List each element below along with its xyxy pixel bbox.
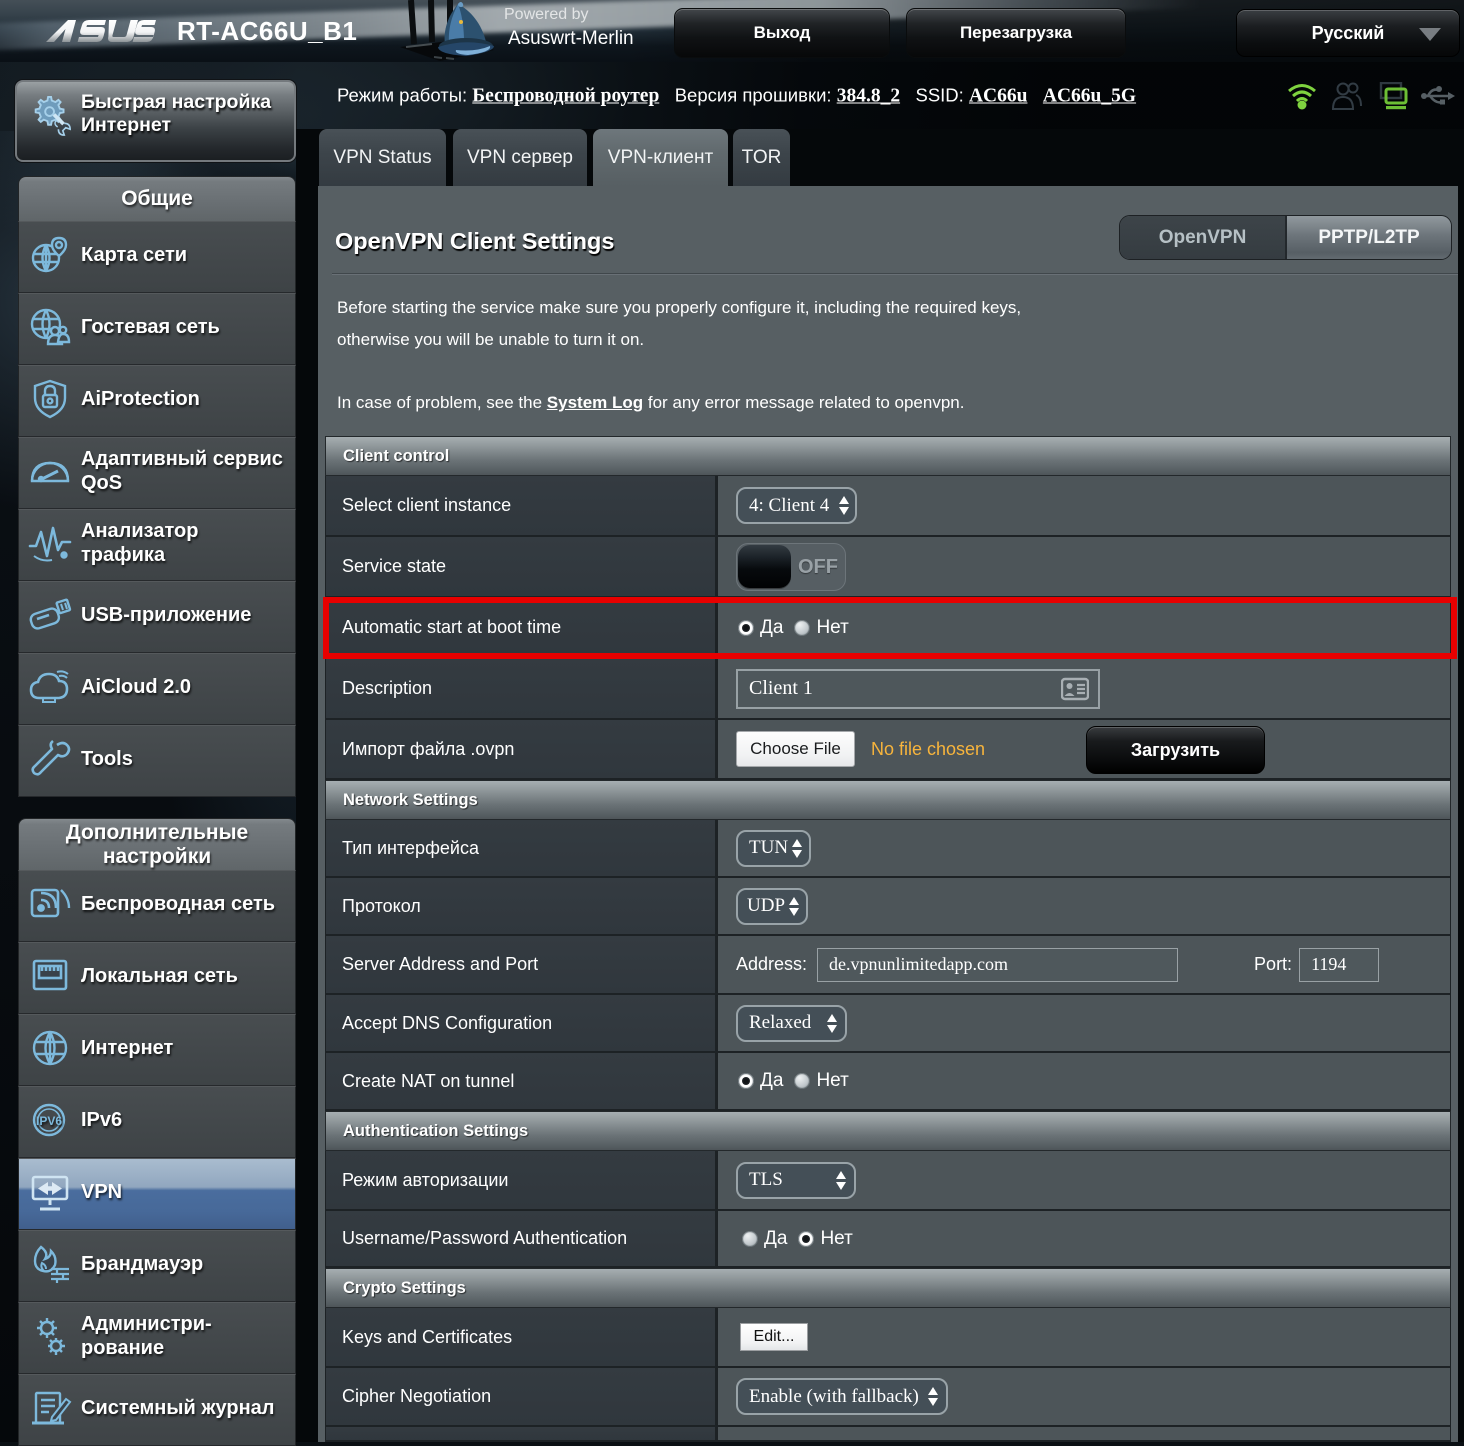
svg-text:IPV6: IPV6 [36,1114,62,1128]
